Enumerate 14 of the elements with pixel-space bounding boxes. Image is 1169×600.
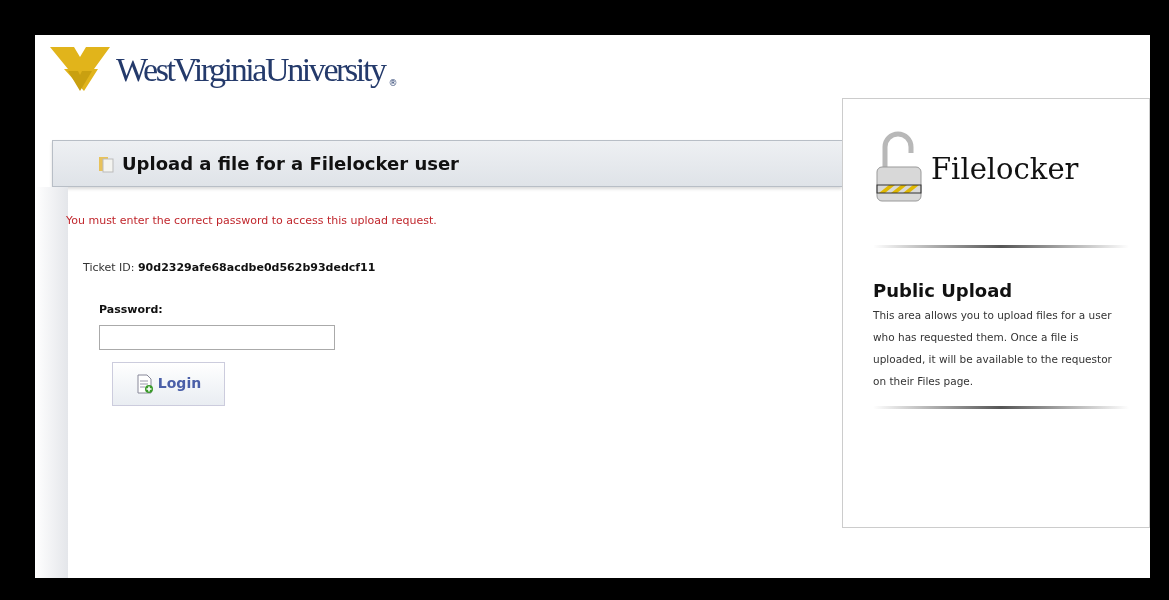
error-message: You must enter the correct password to access this upload request. xyxy=(66,213,438,229)
login-button[interactable]: Login xyxy=(112,361,225,406)
sidebar-text: This area allows you to upload files for a user who has requested them. Once a file is uploaded, it will be available to the requestor on their Files page. xyxy=(873,307,1113,389)
page-title: Upload a file for a Filelocker user xyxy=(122,152,459,175)
password-field[interactable] xyxy=(99,324,335,350)
folder-icon xyxy=(98,154,114,173)
add-file-icon xyxy=(135,373,154,394)
registered-mark: ® xyxy=(388,77,398,90)
sidebar-heading: Public Upload xyxy=(873,280,1014,302)
ticket-id: 90d2329afe68acdbe0d562b93dedcf11 xyxy=(137,260,376,274)
ticket-label: Ticket ID: xyxy=(83,260,135,274)
logo-text: WestVirginiaUniversity xyxy=(116,53,385,87)
password-label: Password: xyxy=(99,302,164,318)
brand-name: Filelocker xyxy=(931,150,1079,188)
